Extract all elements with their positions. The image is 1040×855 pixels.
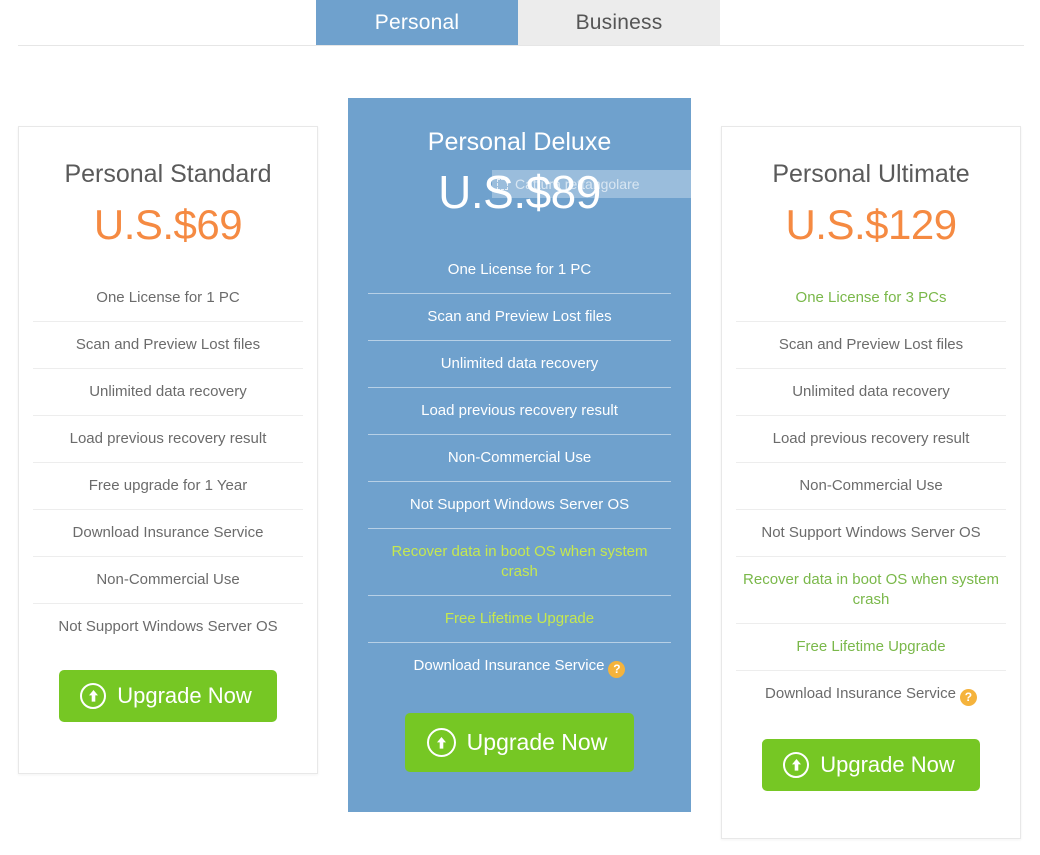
plan-feature-label: Download Insurance Service	[765, 685, 956, 702]
plan-feature-label: Unlimited data recovery	[440, 355, 599, 372]
plan-feature-item: Download Insurance Service?	[368, 642, 671, 691]
plan-feature-label: Recover data in boot OS when system cras…	[391, 543, 648, 580]
help-icon[interactable]: ?	[608, 661, 626, 678]
upgrade-now-label: Upgrade Now	[820, 752, 955, 777]
plan-feature-label: Scan and Preview Lost files	[778, 336, 964, 353]
plan-feature-label: Not Support Windows Server OS	[58, 618, 278, 635]
plan-feature-item: Free Lifetime Upgrade	[736, 623, 1006, 670]
plan-feature-label: Load previous recovery result	[69, 430, 267, 447]
plan-feature-item: Non-Commercial Use	[33, 556, 303, 603]
arrow-up-icon	[783, 752, 810, 778]
plan-title: Personal Deluxe	[427, 128, 612, 156]
plan-price: U.S.$89	[438, 166, 601, 218]
plan-feature-item: Recover data in boot OS when system cras…	[368, 528, 671, 595]
cta-container: Upgrade Now	[722, 719, 1020, 791]
plan-feature-label: Load previous recovery result	[772, 430, 970, 447]
pricing-card-personal-ultimate: Personal Ultimate U.S.$129 One License for…	[721, 126, 1021, 839]
plan-feature-item: Scan and Preview Lost files	[368, 293, 671, 340]
plan-feature-item: One License for 1 PC	[368, 247, 671, 293]
plan-feature-label: Free upgrade for 1 Year	[88, 477, 248, 494]
upgrade-now-label: Upgrade Now	[466, 729, 608, 755]
pricing-card-personal-standard: Personal Standard U.S.$69 One License for …	[18, 126, 318, 774]
plan-feature-item: Not Support Windows Server OS	[33, 603, 303, 650]
upgrade-now-label: Upgrade Now	[117, 683, 252, 708]
plan-feature-list: One License for 1 PC Scan and Preview Los…	[19, 275, 317, 650]
plan-feature-label: Free Lifetime Upgrade	[444, 610, 595, 627]
plan-feature-item: Unlimited data recovery	[33, 368, 303, 415]
plan-feature-item: Free Lifetime Upgrade	[368, 595, 671, 642]
plan-feature-label: One License for 3 PCs	[795, 289, 947, 306]
help-icon[interactable]: ?	[959, 689, 977, 706]
plan-feature-label: One License for 1 PC	[447, 261, 592, 278]
plan-feature-item: Recover data in boot OS when system cras…	[736, 556, 1006, 623]
plan-feature-label: Download Insurance Service	[72, 524, 264, 541]
plan-feature-label: Recover data in boot OS when system cras…	[743, 571, 999, 608]
pricing-card-personal-deluxe: Personal Deluxe U.S.$89 One License for 1 …	[348, 98, 691, 812]
plan-feature-list: One License for 3 PCs Scan and Preview Lo…	[722, 275, 1020, 719]
plan-feature-label: Non-Commercial Use	[447, 449, 592, 466]
plan-feature-item: Not Support Windows Server OS	[368, 481, 671, 528]
plan-price: U.S.$129	[785, 201, 957, 248]
plan-feature-item: Unlimited data recovery	[368, 340, 671, 387]
plan-feature-label: Load previous recovery result	[421, 402, 618, 419]
plan-feature-label: Unlimited data recovery	[89, 383, 247, 400]
cta-container: Upgrade Now	[19, 650, 317, 722]
upgrade-now-button[interactable]: Upgrade Now	[59, 670, 277, 722]
upgrade-now-button[interactable]: Upgrade Now	[404, 713, 635, 772]
plan-feature-item: Non-Commercial Use	[368, 434, 671, 481]
plan-feature-item: Load previous recovery result	[736, 415, 1006, 462]
plan-title: Personal Ultimate	[772, 160, 970, 188]
plan-feature-label: Non-Commercial Use	[799, 477, 943, 494]
plan-title: Personal Standard	[64, 160, 272, 188]
plan-feature-item: Unlimited data recovery	[736, 368, 1006, 415]
plan-feature-label: Not Support Windows Server OS	[409, 496, 630, 513]
plan-feature-label: Scan and Preview Lost files	[75, 336, 261, 353]
plan-feature-item: Load previous recovery result	[368, 387, 671, 434]
plan-feature-label: Free Lifetime Upgrade	[796, 638, 946, 655]
plan-feature-item: Download Insurance Service?	[736, 670, 1006, 719]
upgrade-now-button[interactable]: Upgrade Now	[762, 739, 980, 791]
plan-feature-label: Not Support Windows Server OS	[761, 524, 981, 541]
plan-feature-item: Non-Commercial Use	[736, 462, 1006, 509]
plan-feature-label: Unlimited data recovery	[792, 383, 950, 400]
plan-feature-label: Download Insurance Service	[413, 657, 605, 674]
plan-feature-item: One License for 1 PC	[33, 275, 303, 321]
plan-feature-item: Scan and Preview Lost files	[736, 321, 1006, 368]
plan-feature-list: One License for 1 PC Scan and Preview Los…	[348, 247, 691, 691]
plan-feature-label: One License for 1 PC	[96, 289, 240, 306]
plan-feature-item: Scan and Preview Lost files	[33, 321, 303, 368]
arrow-up-icon	[80, 683, 107, 709]
pricing-cards-container: Personal Standard U.S.$69 One License for …	[0, 0, 1040, 855]
plan-feature-label: Non-Commercial Use	[96, 571, 240, 588]
arrow-up-icon	[426, 728, 456, 757]
plan-feature-item: Download Insurance Service	[33, 509, 303, 556]
plan-feature-item: Free upgrade for 1 Year	[33, 462, 303, 509]
plan-feature-item: One License for 3 PCs	[736, 275, 1006, 321]
plan-feature-item: Load previous recovery result	[33, 415, 303, 462]
cta-container: Upgrade Now	[348, 691, 691, 772]
plan-feature-item: Not Support Windows Server OS	[736, 509, 1006, 556]
plan-feature-label: Scan and Preview Lost files	[427, 308, 612, 325]
plan-price: U.S.$69	[93, 201, 243, 248]
